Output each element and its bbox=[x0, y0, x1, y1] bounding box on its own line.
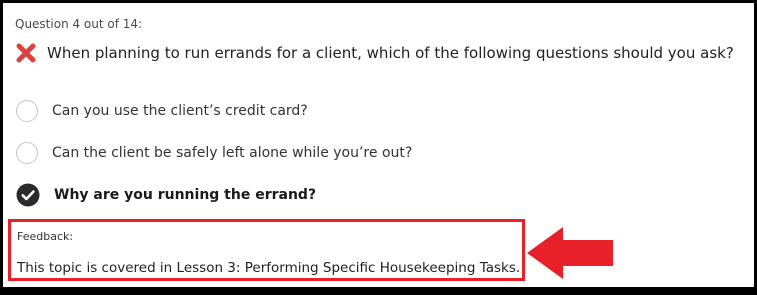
arrow-left-icon bbox=[525, 225, 615, 281]
question-counter: Question 4 out of 14: bbox=[15, 17, 143, 31]
quiz-panel: Question 4 out of 14: When planning to r… bbox=[3, 3, 754, 287]
answer-option-2[interactable]: Can the client be safely left alone whil… bbox=[16, 140, 412, 166]
question-text: When planning to run errands for a clien… bbox=[47, 44, 734, 62]
checkmark-circle-icon[interactable] bbox=[16, 183, 40, 207]
feedback-label: Feedback: bbox=[17, 230, 74, 243]
radio-button[interactable] bbox=[16, 142, 38, 164]
answer-option-1[interactable]: Can you use the client’s credit card? bbox=[16, 98, 308, 124]
question-row: When planning to run errands for a clien… bbox=[15, 41, 734, 65]
answer-option-label: Can the client be safely left alone whil… bbox=[52, 145, 413, 161]
answer-option-label: Can you use the client’s credit card? bbox=[52, 103, 308, 119]
feedback-text: This topic is covered in Lesson 3: Perfo… bbox=[17, 260, 521, 276]
answer-option-3[interactable]: Why are you running the errand? bbox=[16, 182, 316, 208]
radio-button[interactable] bbox=[16, 100, 38, 122]
x-mark-icon bbox=[15, 42, 37, 64]
answer-option-label: Why are you running the errand? bbox=[54, 187, 317, 203]
feedback-box: Feedback: This topic is covered in Lesso… bbox=[8, 219, 525, 281]
